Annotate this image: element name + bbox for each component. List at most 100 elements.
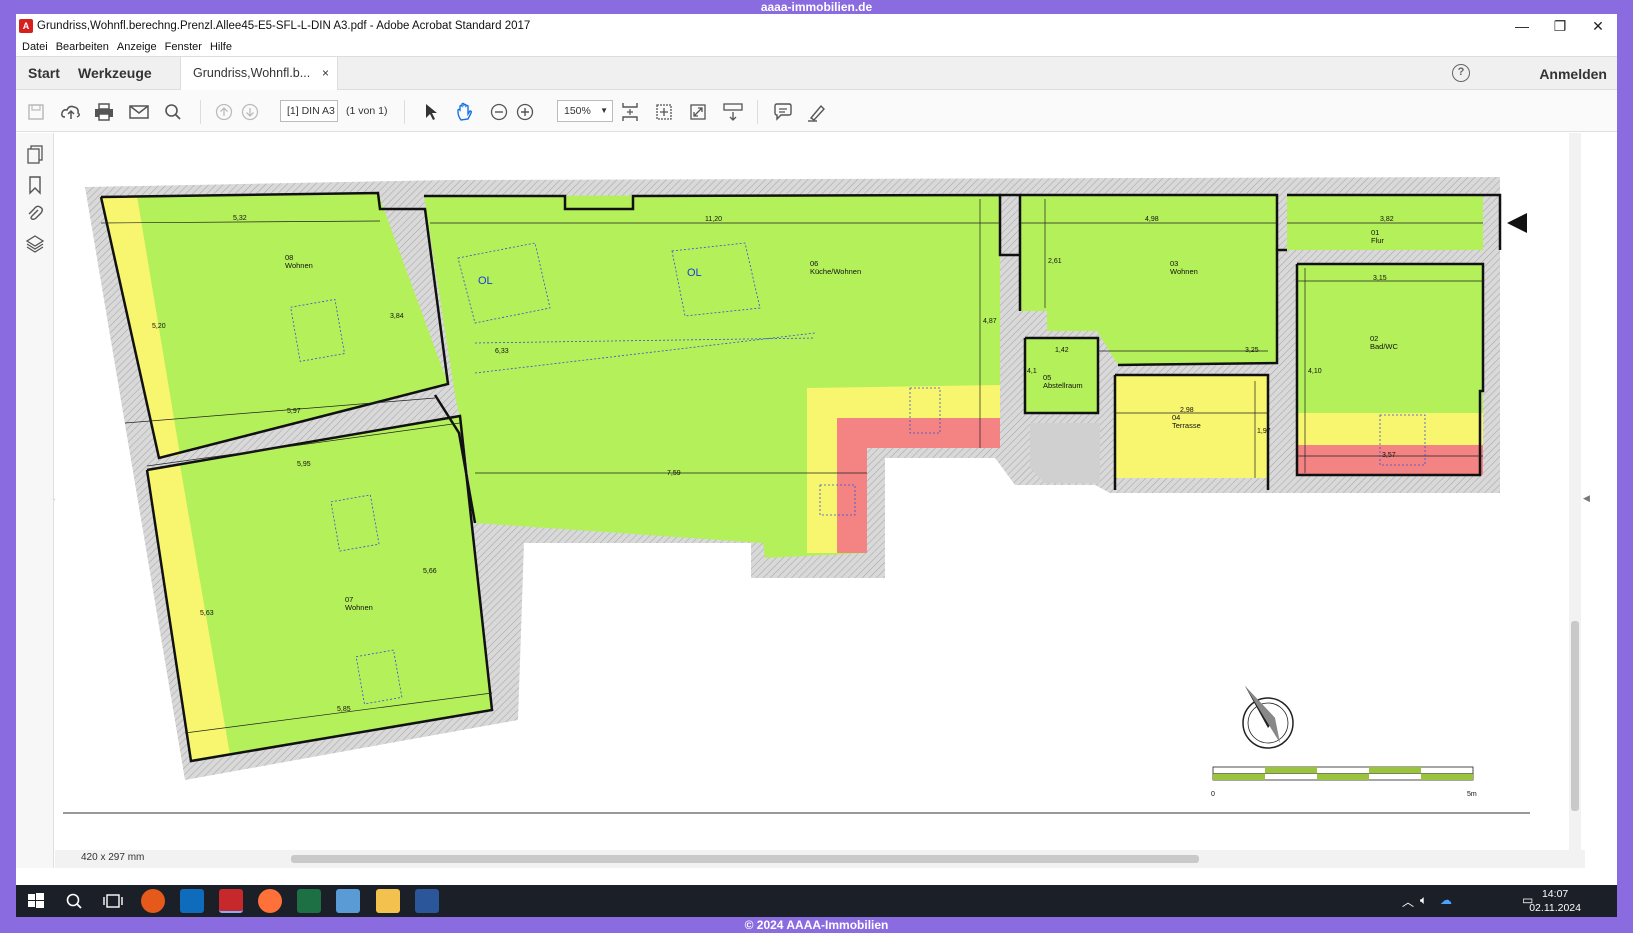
help-icon[interactable]: ? [1452, 64, 1470, 82]
room-02-red-zone [1297, 445, 1483, 475]
dimension-label: 4,1 [1027, 368, 1037, 375]
room-02-yellow-zone [1297, 413, 1483, 445]
room-04-name: Terrasse [1172, 421, 1201, 430]
tab-bar: Start Werkzeuge Grundriss,Wohnfl.b... × … [16, 56, 1617, 90]
close-tab-icon[interactable]: × [322, 57, 329, 90]
dimension-label: 3,25 [1245, 347, 1259, 354]
menu-bearbeiten[interactable]: Bearbeiten [56, 41, 109, 53]
act-app-icon[interactable] [141, 889, 165, 913]
zoom-level-select[interactable]: 150% ▼ [557, 100, 613, 122]
fit-page-icon[interactable] [619, 101, 641, 123]
windows-taskbar: ︿ 🔈︎ ☁︎ 14:07 02.11.2024 ▭ [16, 885, 1617, 917]
watermark-banner-bottom: © 2024 AAAA-Immobilien [744, 918, 889, 932]
dimension-label: 5,63 [200, 610, 214, 617]
maximize-button[interactable]: ❐ [1541, 14, 1579, 38]
notifications-icon[interactable]: ▭ [1522, 893, 1533, 907]
select-cursor-icon[interactable] [420, 101, 442, 123]
room-06-floor [424, 195, 1000, 558]
north-arrow-icon [1242, 686, 1294, 749]
save-icon[interactable] [25, 101, 47, 123]
room-02-name: Bad/WC [1370, 342, 1399, 351]
dimension-label: 5,66 [423, 568, 437, 575]
acrobat-taskbar-icon[interactable] [219, 889, 243, 913]
page-number-field[interactable]: [1] DIN A3 [280, 100, 338, 122]
menu-fenster[interactable]: Fenster [165, 41, 202, 53]
speaker-icon[interactable]: 🔈︎ [1420, 893, 1427, 908]
acrobat-window: A Grundriss,Wohnfl.berechng.Prenzl.Allee… [16, 14, 1617, 885]
menu-datei[interactable]: Datei [22, 41, 48, 53]
dimension-label: 1,97 [1257, 428, 1271, 435]
attachment-icon[interactable] [25, 204, 45, 224]
email-icon[interactable] [128, 101, 150, 123]
dimension-label: 5,95 [297, 461, 311, 468]
excel-icon[interactable] [297, 889, 321, 913]
comment-icon[interactable] [772, 101, 794, 123]
dimension-label: 5,97 [287, 408, 301, 415]
task-view-icon[interactable] [101, 889, 125, 913]
dimension-label: 3,82 [1380, 216, 1394, 223]
dimension-label: 6,33 [495, 348, 509, 355]
dimension-label: 5,20 [152, 323, 166, 330]
outlook-icon[interactable] [180, 889, 204, 913]
vertical-scroll-thumb[interactable] [1571, 621, 1579, 811]
minimize-button[interactable]: — [1503, 14, 1541, 38]
next-page-icon[interactable] [239, 101, 261, 123]
show-hidden-icons-icon[interactable]: ︿ [1402, 893, 1414, 910]
hand-tool-icon[interactable] [454, 101, 476, 123]
layers-icon[interactable] [25, 234, 45, 254]
page-thumbnails-icon[interactable] [25, 145, 45, 165]
zoom-out-icon[interactable] [488, 101, 510, 123]
toolbar: [1] DIN A3 (1 von 1) 150% ▼ [16, 90, 1617, 132]
menu-hilfe[interactable]: Hilfe [210, 41, 232, 53]
room-01-name: Flur [1371, 236, 1384, 245]
menu-anzeige[interactable]: Anzeige [117, 41, 157, 53]
cloud-upload-icon[interactable] [60, 101, 82, 123]
room-08-name: Wohnen [285, 261, 313, 270]
search-icon[interactable] [62, 889, 86, 913]
search-icon[interactable] [162, 101, 184, 123]
signin-button[interactable]: Anmelden [1539, 66, 1607, 82]
tab-start[interactable]: Start [28, 65, 60, 81]
previous-page-icon[interactable] [213, 101, 235, 123]
shaft-void [1030, 423, 1100, 483]
horizontal-scrollbar[interactable]: 420 x 297 mm [55, 850, 1585, 868]
room-06-red-zone [837, 418, 1000, 553]
horizontal-scroll-thumb[interactable] [291, 855, 1199, 863]
highlight-pen-icon[interactable] [806, 101, 828, 123]
skylight-label: OL [687, 267, 702, 279]
print-icon[interactable] [93, 101, 115, 123]
dimension-label: 4,87 [983, 318, 997, 325]
navigation-pane [16, 133, 54, 868]
tab-tools[interactable]: Werkzeuge [78, 65, 152, 81]
close-button[interactable]: ✕ [1579, 14, 1617, 38]
full-screen-icon[interactable] [687, 101, 709, 123]
chevron-down-icon: ▼ [600, 106, 608, 115]
vertical-scrollbar[interactable] [1569, 133, 1581, 850]
menu-bar: Datei Bearbeiten Anzeige Fenster Hilfe [16, 38, 1617, 56]
notepad-icon[interactable] [336, 889, 360, 913]
dimension-label: 1,42 [1055, 347, 1069, 354]
dimension-label: 5,85 [337, 706, 351, 713]
watermark-banner-top: aaaa-immobilien.de [760, 0, 873, 14]
collapse-right-pane-icon[interactable]: ◀ [1583, 493, 1590, 504]
tab-document-label: Grundriss,Wohnfl.b... [193, 66, 311, 80]
dimension-label: 4,98 [1145, 216, 1159, 223]
dimension-label: 7,59 [667, 470, 681, 477]
bookmark-icon[interactable] [25, 175, 45, 195]
fit-width-icon[interactable] [653, 101, 675, 123]
scroll-mode-icon[interactable] [722, 101, 744, 123]
document-view: 08 Wohnen 06 Küche/Wohnen 03 Wohnen 01 F… [55, 133, 1616, 868]
tab-document[interactable]: Grundriss,Wohnfl.b... × [180, 57, 338, 90]
word-icon[interactable] [415, 889, 439, 913]
dimension-label: 5,32 [233, 215, 247, 222]
title-bar: A Grundriss,Wohnfl.berechng.Prenzl.Allee… [16, 14, 1617, 38]
system-clock[interactable]: 14:07 02.11.2024 [1529, 887, 1581, 915]
floor-plan: 08 Wohnen 06 Küche/Wohnen 03 Wohnen 01 F… [63, 177, 1530, 814]
windows-start-icon[interactable] [24, 889, 48, 913]
file-explorer-icon[interactable] [376, 889, 400, 913]
dimension-label: 3,84 [390, 313, 404, 320]
firefox-icon[interactable] [258, 889, 282, 913]
scale-bar [1212, 766, 1474, 781]
onedrive-icon[interactable]: ☁︎ [1440, 893, 1452, 907]
zoom-in-icon[interactable] [514, 101, 536, 123]
